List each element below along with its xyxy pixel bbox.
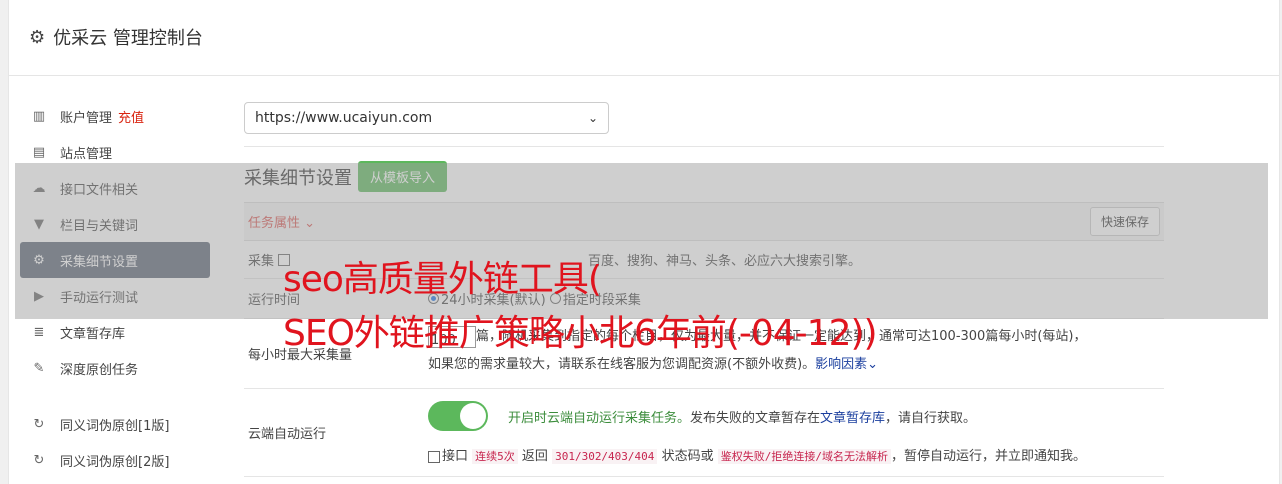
- sidebar-item-6[interactable]: ≣ 文章暂存库: [20, 314, 210, 350]
- sidebar-item-label: 文章暂存库: [60, 326, 126, 342]
- watermark-overlay: [15, 163, 1268, 319]
- api-code-status: 301/302/403/404: [552, 449, 658, 464]
- sidebar-item-9[interactable]: ↻ 同义词伪原创[2版]: [20, 442, 210, 478]
- row-content: 开启时云端自动运行采集任务。发布失败的文章暂存在文章暂存库，请自行获取。 接口 …: [428, 389, 1164, 476]
- cloud-run-status: 开启时云端自动运行采集任务。: [508, 410, 691, 426]
- sidebar-item-8[interactable]: ↻ 同义词伪原创[1版]: [20, 406, 210, 442]
- cloud-run-text-end: ，请自行获取。: [885, 410, 977, 426]
- chevron-down-icon: ⌄: [587, 111, 598, 125]
- bar-chart-icon: ▥: [32, 108, 46, 124]
- divider: [244, 146, 1164, 147]
- server-icon: ▤: [32, 144, 46, 160]
- sidebar-item-label: 同义词伪原创[2版]: [60, 454, 170, 470]
- sidebar-item-7[interactable]: ✎ 深度原创任务: [20, 350, 210, 386]
- api-mid-text2: 状态码或: [661, 449, 714, 464]
- database-icon: ≣: [33, 324, 45, 340]
- article-store-link[interactable]: 文章暂存库: [820, 411, 885, 426]
- api-pause-checkbox[interactable]: [428, 450, 440, 463]
- page-title: ⚙ 优采云 管理控制台: [29, 24, 203, 50]
- api-code-count: 连续5次: [472, 449, 518, 464]
- site-select-value: https://www.ucaiyun.com: [255, 110, 433, 126]
- api-mid-text: 返回: [521, 449, 548, 464]
- api-prefix: 接口: [442, 449, 469, 464]
- gear-icon: ⚙: [29, 26, 46, 48]
- api-code-errors: 鉴权失败/拒绝连接/域名无法解析: [717, 449, 891, 464]
- header: ⚙ 优采云 管理控制台: [9, 0, 1279, 76]
- sidebar-item-label: 深度原创任务: [60, 362, 139, 378]
- recharge-link[interactable]: 充值: [118, 107, 144, 126]
- chevron-double-down-icon: ⌄: [867, 357, 879, 372]
- influence-factors-link[interactable]: 影响因素: [815, 357, 867, 372]
- api-suffix: ，暂停自动运行，并立即通知我。: [890, 449, 1086, 464]
- sidebar-item-label: 站点管理: [60, 146, 113, 162]
- refresh-icon: ↻: [33, 416, 45, 432]
- refresh-icon: ↻: [33, 452, 45, 468]
- overlay-title-line2: SEO外链推广策略小北6年前(-04-12)): [283, 313, 878, 354]
- table-row: 云端自动运行 开启时云端自动运行采集任务。发布失败的文章暂存在文章暂存库，请自行…: [244, 389, 1164, 477]
- sidebar-item-0[interactable]: ▥ 账户管理 充值: [20, 98, 210, 134]
- cloud-run-toggle[interactable]: [428, 401, 488, 431]
- sidebar-item-label: 账户管理: [60, 110, 113, 126]
- cloud-run-label: 云端自动运行: [248, 427, 327, 442]
- site-select[interactable]: https://www.ucaiyun.com ⌄: [244, 102, 609, 134]
- header-title-text: 优采云 管理控制台: [53, 28, 203, 49]
- max-collect-note: 如果您的需求量较大，请联系在线客服为您调配资源(不额外收费)。: [428, 357, 816, 372]
- sidebar-item-label: 同义词伪原创[1版]: [60, 418, 170, 434]
- edit-icon: ✎: [33, 360, 45, 376]
- overlay-title-line1: seo高质量外链工具(: [283, 259, 602, 300]
- cloud-run-text: 发布失败的文章暂存在: [690, 410, 821, 426]
